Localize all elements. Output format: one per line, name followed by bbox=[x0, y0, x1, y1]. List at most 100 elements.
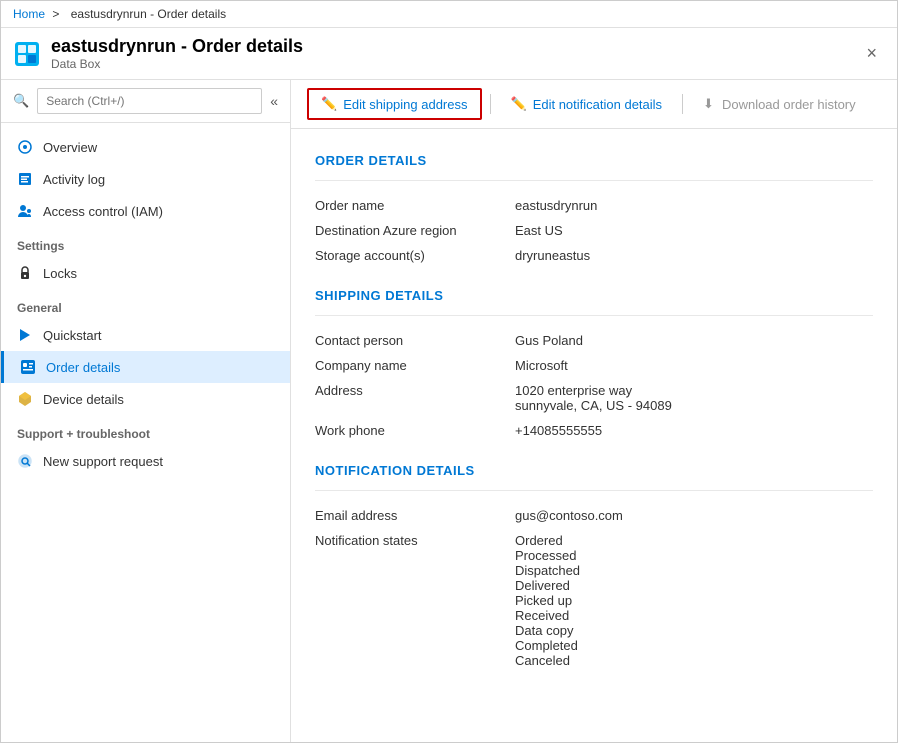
notification-state-item: Completed bbox=[515, 638, 873, 653]
sidebar-section-general: General bbox=[1, 289, 290, 319]
breadcrumb-separator: > bbox=[52, 7, 59, 21]
order-details-section-header: ORDER DETAILS bbox=[315, 153, 873, 168]
access-control-icon bbox=[17, 203, 33, 219]
sidebar-nav: Overview Activity log Access control (IA… bbox=[1, 123, 290, 742]
order-details-table: Order name eastusdrynrun Destination Azu… bbox=[315, 193, 873, 268]
support-icon bbox=[17, 453, 33, 469]
quickstart-icon bbox=[17, 327, 33, 343]
sidebar-item-new-support[interactable]: New support request bbox=[1, 445, 290, 477]
address-line-1: 1020 enterprise way bbox=[515, 383, 873, 398]
contact-person-label: Contact person bbox=[315, 333, 515, 348]
notification-state-item: Delivered bbox=[515, 578, 873, 593]
sidebar-item-overview[interactable]: Overview bbox=[1, 131, 290, 163]
overview-icon bbox=[17, 139, 33, 155]
notification-state-item: Received bbox=[515, 608, 873, 623]
work-phone-row: Work phone +14085555555 bbox=[315, 418, 873, 443]
notification-section-divider bbox=[315, 490, 873, 491]
email-address-value: gus@contoso.com bbox=[515, 508, 873, 523]
titlebar-subtitle: Data Box bbox=[51, 57, 858, 71]
search-input[interactable] bbox=[37, 88, 262, 114]
company-name-value: Microsoft bbox=[515, 358, 873, 373]
notification-states-row: Notification states OrderedProcessedDisp… bbox=[315, 528, 873, 673]
shipping-details-table: Contact person Gus Poland Company name M… bbox=[315, 328, 873, 443]
notification-state-item: Processed bbox=[515, 548, 873, 563]
main-layout: 🔍 « Overview Activity log bbox=[1, 80, 897, 742]
download-history-button[interactable]: ⬇ Download order history bbox=[691, 90, 868, 118]
sidebar-item-label-activity: Activity log bbox=[43, 172, 105, 187]
order-name-label: Order name bbox=[315, 198, 515, 213]
notification-state-item: Picked up bbox=[515, 593, 873, 608]
sidebar-section-settings: Settings bbox=[1, 227, 290, 257]
notification-state-item: Canceled bbox=[515, 653, 873, 668]
address-label: Address bbox=[315, 383, 515, 413]
sidebar-collapse-button[interactable]: « bbox=[270, 93, 278, 109]
sidebar-section-support: Support + troubleshoot bbox=[1, 415, 290, 445]
notification-state-item: Ordered bbox=[515, 533, 873, 548]
main-window: Home > eastusdrynrun - Order details eas… bbox=[0, 0, 898, 743]
storage-account-label: Storage account(s) bbox=[315, 248, 515, 263]
breadcrumb-current: eastusdrynrun - Order details bbox=[71, 7, 226, 21]
content-area: ✏️ Edit shipping address ✏️ Edit notific… bbox=[291, 80, 897, 742]
work-phone-label: Work phone bbox=[315, 423, 515, 438]
sidebar-item-order-details[interactable]: Order details bbox=[1, 351, 290, 383]
edit-shipping-pencil-icon: ✏️ bbox=[321, 96, 337, 112]
address-line-2: sunnyvale, CA, US - 94089 bbox=[515, 398, 873, 413]
titlebar-text: eastusdrynrun - Order details Data Box bbox=[51, 36, 858, 71]
sidebar-item-label-quickstart: Quickstart bbox=[43, 328, 102, 343]
sidebar-item-label-order: Order details bbox=[46, 360, 120, 375]
close-button[interactable]: × bbox=[858, 39, 885, 68]
device-details-icon bbox=[17, 391, 33, 407]
toolbar-separator-1 bbox=[490, 94, 491, 114]
shipping-details-section-header: SHIPPING DETAILS bbox=[315, 288, 873, 303]
order-name-value: eastusdrynrun bbox=[515, 198, 873, 213]
download-history-label: Download order history bbox=[722, 97, 856, 112]
search-icon: 🔍 bbox=[13, 93, 29, 109]
sidebar-item-label-support: New support request bbox=[43, 454, 163, 469]
notification-states-values: OrderedProcessedDispatchedDeliveredPicke… bbox=[515, 533, 873, 668]
sidebar-item-locks[interactable]: Locks bbox=[1, 257, 290, 289]
address-row: Address 1020 enterprise way sunnyvale, C… bbox=[315, 378, 873, 418]
notification-details-table: Email address gus@contoso.com Notificati… bbox=[315, 503, 873, 673]
contact-person-value: Gus Poland bbox=[515, 333, 873, 348]
edit-notification-label: Edit notification details bbox=[533, 97, 662, 112]
order-section-divider bbox=[315, 180, 873, 181]
titlebar-title: eastusdrynrun - Order details bbox=[51, 36, 858, 57]
email-address-label: Email address bbox=[315, 508, 515, 523]
sidebar-item-activity-log[interactable]: Activity log bbox=[1, 163, 290, 195]
titlebar: eastusdrynrun - Order details Data Box × bbox=[1, 28, 897, 80]
sidebar: 🔍 « Overview Activity log bbox=[1, 80, 291, 742]
sidebar-item-device-details[interactable]: Device details bbox=[1, 383, 290, 415]
storage-account-value: dryruneastus bbox=[515, 248, 873, 263]
azure-region-value: East US bbox=[515, 223, 873, 238]
order-details-icon bbox=[20, 359, 36, 375]
work-phone-value: +14085555555 bbox=[515, 423, 873, 438]
sidebar-item-access-control[interactable]: Access control (IAM) bbox=[1, 195, 290, 227]
sidebar-search-container: 🔍 « bbox=[1, 80, 290, 123]
shipping-section-divider bbox=[315, 315, 873, 316]
address-value: 1020 enterprise way sunnyvale, CA, US - … bbox=[515, 383, 873, 413]
company-name-row: Company name Microsoft bbox=[315, 353, 873, 378]
sidebar-item-quickstart[interactable]: Quickstart bbox=[1, 319, 290, 351]
sidebar-item-label-locks: Locks bbox=[43, 266, 77, 281]
email-address-row: Email address gus@contoso.com bbox=[315, 503, 873, 528]
edit-shipping-address-button[interactable]: ✏️ Edit shipping address bbox=[307, 88, 482, 120]
detail-content: ORDER DETAILS Order name eastusdrynrun D… bbox=[291, 129, 897, 742]
toolbar-separator-2 bbox=[682, 94, 683, 114]
azure-region-row: Destination Azure region East US bbox=[315, 218, 873, 243]
notification-details-section-header: NOTIFICATION DETAILS bbox=[315, 463, 873, 478]
notification-state-item: Dispatched bbox=[515, 563, 873, 578]
storage-account-row: Storage account(s) dryruneastus bbox=[315, 243, 873, 268]
notification-state-item: Data copy bbox=[515, 623, 873, 638]
databox-icon bbox=[13, 40, 41, 68]
activity-log-icon bbox=[17, 171, 33, 187]
order-name-row: Order name eastusdrynrun bbox=[315, 193, 873, 218]
company-name-label: Company name bbox=[315, 358, 515, 373]
edit-notification-button[interactable]: ✏️ Edit notification details bbox=[499, 90, 675, 118]
notification-states-label: Notification states bbox=[315, 533, 515, 668]
sidebar-item-label-access: Access control (IAM) bbox=[43, 204, 163, 219]
edit-notification-icon: ✏️ bbox=[511, 96, 527, 112]
breadcrumb-home[interactable]: Home bbox=[13, 7, 45, 21]
breadcrumb: Home > eastusdrynrun - Order details bbox=[1, 1, 897, 28]
download-history-icon: ⬇ bbox=[703, 96, 714, 112]
sidebar-item-label-overview: Overview bbox=[43, 140, 97, 155]
